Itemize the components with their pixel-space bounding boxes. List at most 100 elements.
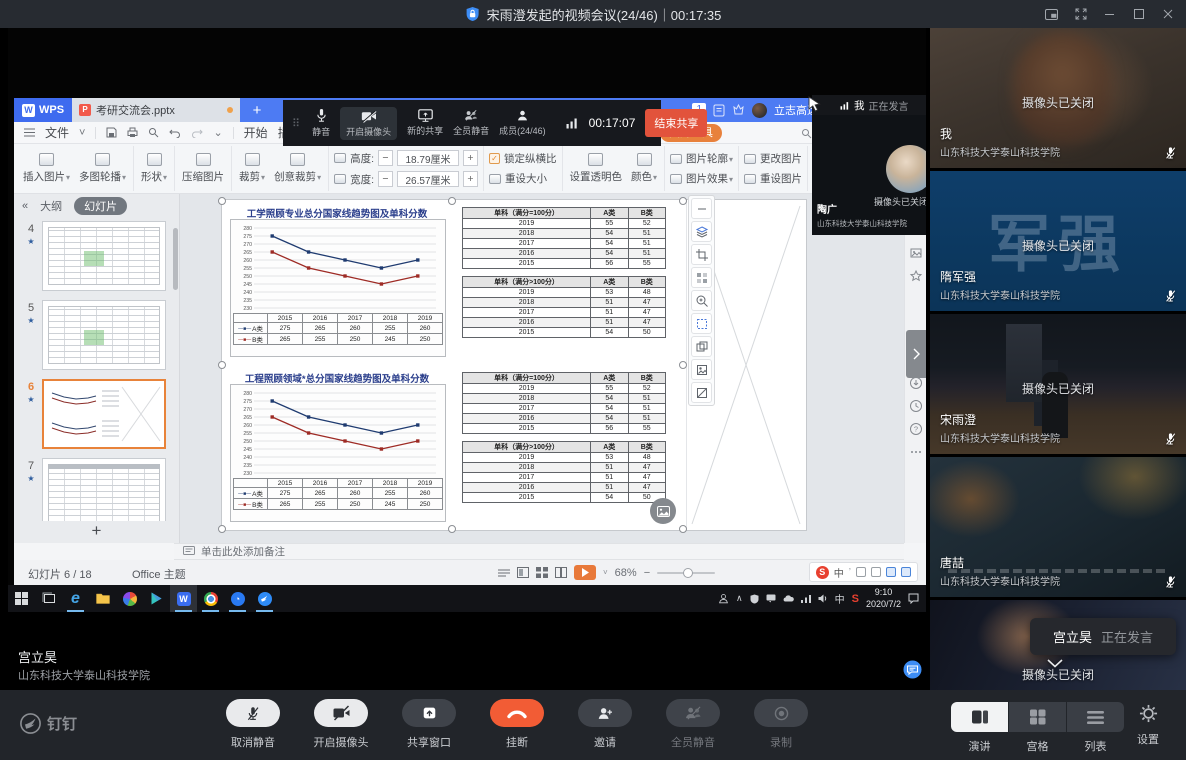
notes-bar[interactable]: 单击此处添加备注	[174, 543, 904, 560]
participant-tile-1[interactable]: 摄像头已关闭我山东科技大学泰山科技学院	[930, 28, 1186, 168]
toolbar-invite-button[interactable]: 邀请	[578, 699, 632, 750]
help-icon[interactable]: ?	[909, 422, 923, 436]
mini-participant-tile[interactable]: 摄像头已关闭 陶广 山东科技大学泰山科技学院	[812, 115, 926, 235]
teams-tray-icon[interactable]	[766, 594, 776, 603]
media-pane-icon[interactable]	[909, 246, 923, 260]
ime-mode-tray[interactable]: 中	[835, 591, 845, 606]
selection-handle[interactable]	[679, 361, 687, 369]
meetbar-muteall-button[interactable]: 全员静音	[453, 109, 489, 137]
view-list-view-button[interactable]: 列表	[1067, 702, 1124, 754]
redo-icon[interactable]	[191, 128, 203, 138]
ribbon-item[interactable]: 形状▾	[139, 153, 169, 184]
stepper-plus[interactable]: +	[463, 150, 478, 166]
meetbar-camera-button[interactable]: 开启摄像头	[340, 107, 397, 140]
network-tray-icon[interactable]	[801, 594, 811, 603]
sogou-tray-icon[interactable]: S	[852, 593, 859, 605]
zoom-percent[interactable]: 68%	[615, 567, 637, 579]
ribbon-item[interactable]: 图片轮廓▾	[670, 151, 733, 166]
slide-canvas[interactable]: 工学照顾专业总分国家线趋势图及单科分数230235240245250255260…	[222, 200, 806, 530]
explorer-icon[interactable]	[89, 585, 116, 612]
minimize-icon[interactable]	[1095, 0, 1124, 28]
ribbon-item[interactable]: 重设图片	[744, 171, 802, 186]
add-slide-button[interactable]: +	[14, 521, 179, 543]
toolbar-camera-off-button[interactable]: 开启摄像头	[314, 699, 368, 750]
tab-slides[interactable]: 幻灯片	[74, 197, 127, 215]
start-button[interactable]	[8, 585, 35, 612]
ime-skin-icon[interactable]	[901, 567, 911, 577]
volume-tray-icon[interactable]	[818, 594, 828, 603]
zoom-slider-knob[interactable]	[683, 568, 693, 578]
size-value[interactable]: 18.79厘米	[397, 150, 459, 166]
participant-tile-4[interactable]: 唐喆山东科技大学泰山科技学院	[930, 457, 1186, 597]
scroll-down-icon[interactable]	[1047, 659, 1063, 668]
toolbar-hangup-button[interactable]: 挂断	[490, 699, 544, 750]
chrome-icon[interactable]	[197, 585, 224, 612]
slideshow-play-button[interactable]	[574, 565, 596, 580]
notes-toggle-icon[interactable]	[498, 568, 510, 578]
selection-handle[interactable]	[679, 525, 687, 533]
ribbon-item[interactable]: 多图轮播▾	[77, 153, 128, 184]
ribbon-item[interactable]: ✓锁定纵横比	[489, 151, 557, 166]
participant-tile-2[interactable]: 军强摄像头已关闭隋军强山东科技大学泰山科技学院	[930, 171, 1186, 311]
selection-handle[interactable]	[218, 197, 226, 205]
defender-tray-icon[interactable]	[750, 594, 759, 604]
ribbon-item[interactable]: 压缩图片	[180, 153, 226, 184]
meetbar-newshare-button[interactable]: 新的共享	[407, 109, 443, 137]
ribbon-item[interactable]: 更改图片	[744, 151, 802, 166]
file-caret-icon[interactable]: ˅	[79, 127, 85, 139]
replace-image-icon[interactable]	[691, 359, 712, 380]
size-value[interactable]: 26.57厘米	[397, 171, 459, 187]
crop-icon[interactable]	[691, 244, 712, 265]
view-speaker-view-button[interactable]: 演讲	[951, 702, 1008, 754]
pip-mode-icon[interactable]	[1037, 0, 1066, 28]
undo-icon[interactable]	[169, 128, 181, 138]
print-icon[interactable]	[127, 127, 138, 138]
play-store-icon[interactable]	[143, 585, 170, 612]
user-tray-icon[interactable]	[718, 593, 729, 604]
reading-view-icon[interactable]	[555, 567, 567, 578]
tray-expand-icon[interactable]: ∧	[736, 593, 743, 604]
fullscreen-icon[interactable]	[1066, 0, 1095, 28]
wps-account-avatar[interactable]	[752, 103, 767, 118]
participant-tile-3[interactable]: 摄像头已关闭宋雨澄山东科技大学泰山科技学院	[930, 314, 1186, 454]
menu-file[interactable]: 文件	[45, 124, 69, 141]
toolbar-share-window-button[interactable]: 共享窗口	[402, 699, 456, 750]
more-icon[interactable]	[909, 445, 923, 459]
zoom-slider[interactable]	[657, 572, 715, 574]
chat-button[interactable]	[903, 660, 922, 679]
bluedisk-icon[interactable]: ◔	[224, 585, 251, 612]
meetbar-members-button[interactable]: 成员(24/46)	[499, 109, 546, 137]
dingtalk-taskbar-icon[interactable]	[251, 585, 278, 612]
menu-home[interactable]: 开始	[244, 124, 268, 141]
layers-icon[interactable]	[691, 221, 712, 242]
theme-name[interactable]: Office 主题	[132, 566, 186, 582]
ribbon-item[interactable]: 创意裁剪▾	[272, 153, 323, 184]
preview-icon[interactable]	[148, 127, 159, 138]
edge-icon[interactable]: e	[62, 585, 89, 612]
wps-logo[interactable]: WWPS	[14, 98, 72, 122]
more-caret-icon[interactable]: ⌄	[213, 126, 222, 139]
settings-button[interactable]: 设置	[1126, 704, 1170, 747]
stepper-minus[interactable]: −	[378, 150, 393, 166]
save-icon[interactable]	[106, 127, 117, 138]
tab-outline[interactable]: 大纲	[40, 198, 62, 214]
toolbar-mic-off-button[interactable]: 取消静音	[226, 699, 280, 750]
ime-emoji-icon[interactable]	[856, 567, 866, 577]
stepper-minus[interactable]: −	[378, 171, 393, 187]
ribbon-item[interactable]: 图片效果▾	[670, 171, 733, 186]
slide-thumbnail-6[interactable]	[42, 379, 166, 449]
ribbon-item[interactable]: 颜色▾	[629, 153, 659, 184]
align-grid-icon[interactable]	[691, 267, 712, 288]
ribbon-item[interactable]: 插入图片▾	[21, 153, 72, 184]
insert-image-button[interactable]	[650, 498, 676, 524]
checkbox-checked-icon[interactable]: ✓	[489, 153, 500, 164]
collapse-icon[interactable]	[691, 198, 712, 219]
fill-diagonal-icon[interactable]	[691, 382, 712, 403]
maximize-icon[interactable]	[1124, 0, 1153, 28]
selection-handle[interactable]	[679, 197, 687, 205]
doc-icon[interactable]	[713, 104, 725, 117]
panel-scrollbar[interactable]	[173, 228, 178, 290]
copy-icon[interactable]	[691, 336, 712, 357]
download-icon[interactable]	[909, 376, 923, 390]
new-tab-button[interactable]: +	[240, 98, 274, 122]
